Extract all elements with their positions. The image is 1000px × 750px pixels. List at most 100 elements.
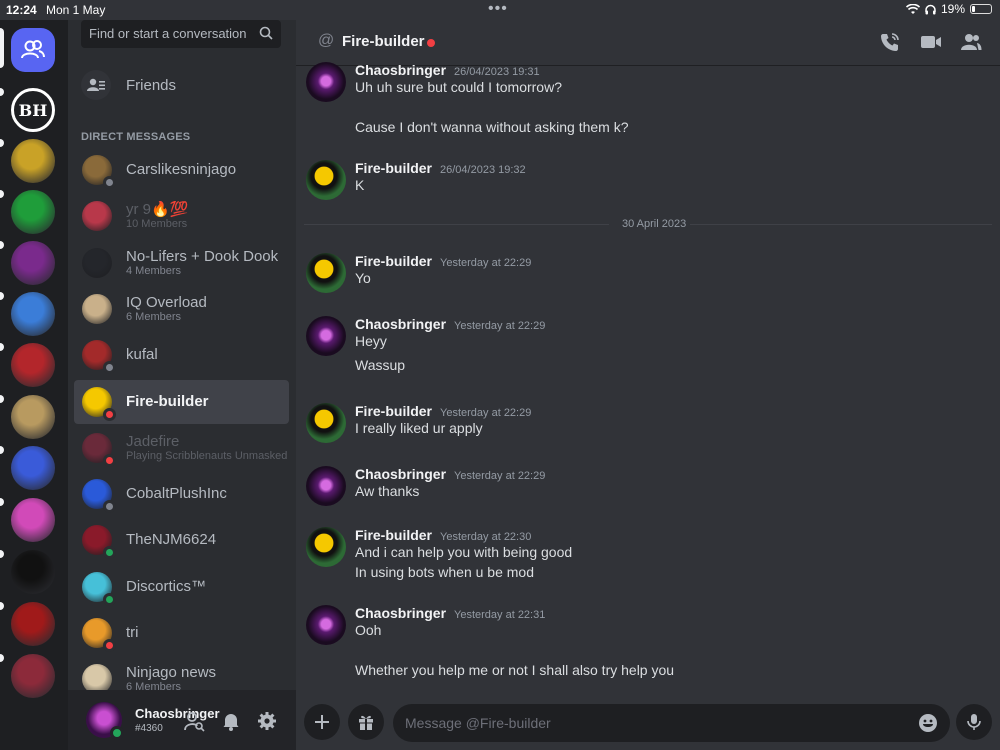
friends-nav-item[interactable]: Friends bbox=[76, 66, 288, 104]
message-timestamp: Yesterday at 22:30 bbox=[440, 531, 532, 543]
server-icon[interactable] bbox=[11, 498, 55, 542]
server-icon[interactable] bbox=[11, 343, 55, 387]
message-avatar[interactable] bbox=[306, 605, 346, 645]
message-author[interactable]: Fire-builder bbox=[355, 160, 432, 176]
status-indicators: 19% bbox=[905, 2, 992, 16]
message-author[interactable]: Chaosbringer bbox=[355, 466, 446, 482]
message-avatar[interactable] bbox=[306, 527, 346, 567]
dm-item[interactable]: Discortics™ bbox=[74, 565, 289, 609]
server-icon[interactable] bbox=[11, 395, 55, 439]
at-icon: @ bbox=[318, 32, 335, 49]
active-indicator bbox=[0, 28, 4, 68]
chat-message: Fire-builder Yesterday at 22:30 And i can … bbox=[306, 527, 986, 587]
message-box bbox=[393, 704, 950, 742]
message-author[interactable]: Chaosbringer bbox=[355, 316, 446, 332]
chat-recipient-name[interactable]: Fire-builder bbox=[342, 33, 425, 50]
server-icon[interactable] bbox=[11, 550, 55, 594]
message-header: Chaosbringer 26/04/2023 19:31 bbox=[355, 62, 540, 78]
dm-item[interactable]: Carslikesninjago bbox=[74, 148, 289, 192]
dm-name: TheNJM6624 bbox=[126, 531, 217, 549]
date-divider: 30 April 2023 bbox=[304, 218, 992, 232]
dm-item[interactable]: IQ Overload 6 Members bbox=[74, 287, 289, 331]
dm-avatar bbox=[82, 294, 112, 324]
dm-name: kufal bbox=[126, 346, 158, 364]
chat-message: Fire-builder Yesterday at 22:29 I really l… bbox=[306, 403, 986, 463]
message-header: Chaosbringer Yesterday at 22:29 bbox=[355, 316, 545, 332]
dm-avatar bbox=[82, 248, 112, 278]
message-avatar[interactable] bbox=[306, 466, 346, 506]
server-icon[interactable] bbox=[11, 241, 55, 285]
plus-icon bbox=[315, 715, 329, 729]
server-icon[interactable] bbox=[11, 446, 55, 490]
dm-name: yr 9🔥💯 bbox=[126, 201, 189, 219]
message-header: Fire-builder Yesterday at 22:29 bbox=[355, 403, 531, 419]
message-text: Yo bbox=[355, 270, 371, 286]
friends-home-icon bbox=[21, 40, 45, 59]
dm-avatar bbox=[82, 340, 116, 374]
chat-area: @ Fire-builder Chaosbringer 26/04/2023 19… bbox=[296, 20, 1000, 750]
dm-avatar bbox=[82, 618, 116, 652]
message-text: And i can help you with being good bbox=[355, 544, 573, 560]
dm-item[interactable]: No-Lifers + Dook Dook 4 Members bbox=[74, 241, 289, 285]
gift-button[interactable] bbox=[348, 704, 384, 740]
status-dnd-icon bbox=[103, 639, 116, 652]
voice-message-button[interactable] bbox=[956, 704, 992, 740]
dm-item[interactable]: Jadefire Playing Scribblenauts Unmasked bbox=[74, 426, 289, 470]
server-icon[interactable] bbox=[11, 190, 55, 234]
add-attachment-button[interactable] bbox=[304, 704, 340, 740]
gear-icon bbox=[258, 712, 276, 730]
message-author[interactable]: Fire-builder bbox=[355, 253, 432, 269]
status-time: 12:24 bbox=[6, 3, 37, 17]
multitasking-dots-icon[interactable]: ••• bbox=[488, 0, 508, 18]
voice-call-icon[interactable] bbox=[879, 31, 901, 53]
message-text: Whether you help me or not I shall also … bbox=[355, 662, 675, 678]
message-timestamp: Yesterday at 22:29 bbox=[440, 407, 532, 419]
message-author[interactable]: Chaosbringer bbox=[355, 62, 446, 78]
message-avatar[interactable] bbox=[306, 160, 346, 200]
message-timestamp: Yesterday at 22:29 bbox=[440, 257, 532, 269]
message-timestamp: Yesterday at 22:29 bbox=[454, 320, 546, 332]
message-author[interactable]: Fire-builder bbox=[355, 527, 432, 543]
dm-avatar bbox=[82, 201, 112, 231]
dm-item[interactable]: yr 9🔥💯 10 Members bbox=[74, 194, 289, 238]
message-avatar[interactable] bbox=[306, 316, 346, 356]
notifications-button[interactable] bbox=[220, 710, 242, 732]
message-input[interactable] bbox=[405, 704, 905, 742]
message-author[interactable]: Chaosbringer bbox=[355, 605, 446, 621]
member-list-icon[interactable] bbox=[960, 31, 982, 53]
dm-item[interactable]: kufal bbox=[74, 333, 289, 377]
message-avatar[interactable] bbox=[306, 253, 346, 293]
search-conversation-input[interactable]: Find or start a conversation bbox=[81, 20, 281, 48]
user-status-online-indicator bbox=[110, 726, 124, 740]
server-icon[interactable]: BH bbox=[11, 88, 55, 132]
home-dm-button[interactable] bbox=[11, 28, 55, 72]
message-avatar[interactable] bbox=[306, 403, 346, 443]
microphone-icon bbox=[967, 714, 981, 730]
server-icon[interactable] bbox=[11, 292, 55, 336]
status-date: Mon 1 May bbox=[46, 3, 106, 17]
message-avatar[interactable] bbox=[306, 62, 346, 102]
emoji-icon[interactable] bbox=[918, 713, 938, 733]
message-text: I really liked ur apply bbox=[355, 420, 483, 436]
unread-indicator bbox=[0, 139, 4, 147]
message-author[interactable]: Fire-builder bbox=[355, 403, 432, 419]
message-input-bar bbox=[296, 696, 1000, 750]
video-call-icon[interactable] bbox=[920, 31, 942, 53]
message-text: Cause I don't wanna without asking them … bbox=[355, 119, 629, 135]
message-text: K bbox=[355, 177, 365, 193]
server-icon[interactable] bbox=[11, 139, 55, 183]
dm-avatar bbox=[82, 572, 116, 606]
dm-item[interactable]: TheNJM6624 bbox=[74, 518, 289, 562]
server-icon[interactable] bbox=[11, 602, 55, 646]
settings-button[interactable] bbox=[256, 710, 278, 732]
dm-item[interactable]: Fire-builder bbox=[74, 380, 289, 424]
dm-item[interactable]: tri bbox=[74, 611, 289, 655]
dm-avatar bbox=[82, 479, 116, 513]
user-search-button[interactable] bbox=[183, 710, 205, 732]
message-header: Chaosbringer Yesterday at 22:29 bbox=[355, 466, 545, 482]
dm-name: tri bbox=[126, 624, 139, 642]
dm-name: Fire-builder bbox=[126, 393, 209, 411]
dm-subtitle: 6 Members bbox=[126, 311, 182, 324]
server-icon[interactable] bbox=[11, 654, 55, 698]
dm-item[interactable]: CobaltPlushInc bbox=[74, 472, 289, 516]
